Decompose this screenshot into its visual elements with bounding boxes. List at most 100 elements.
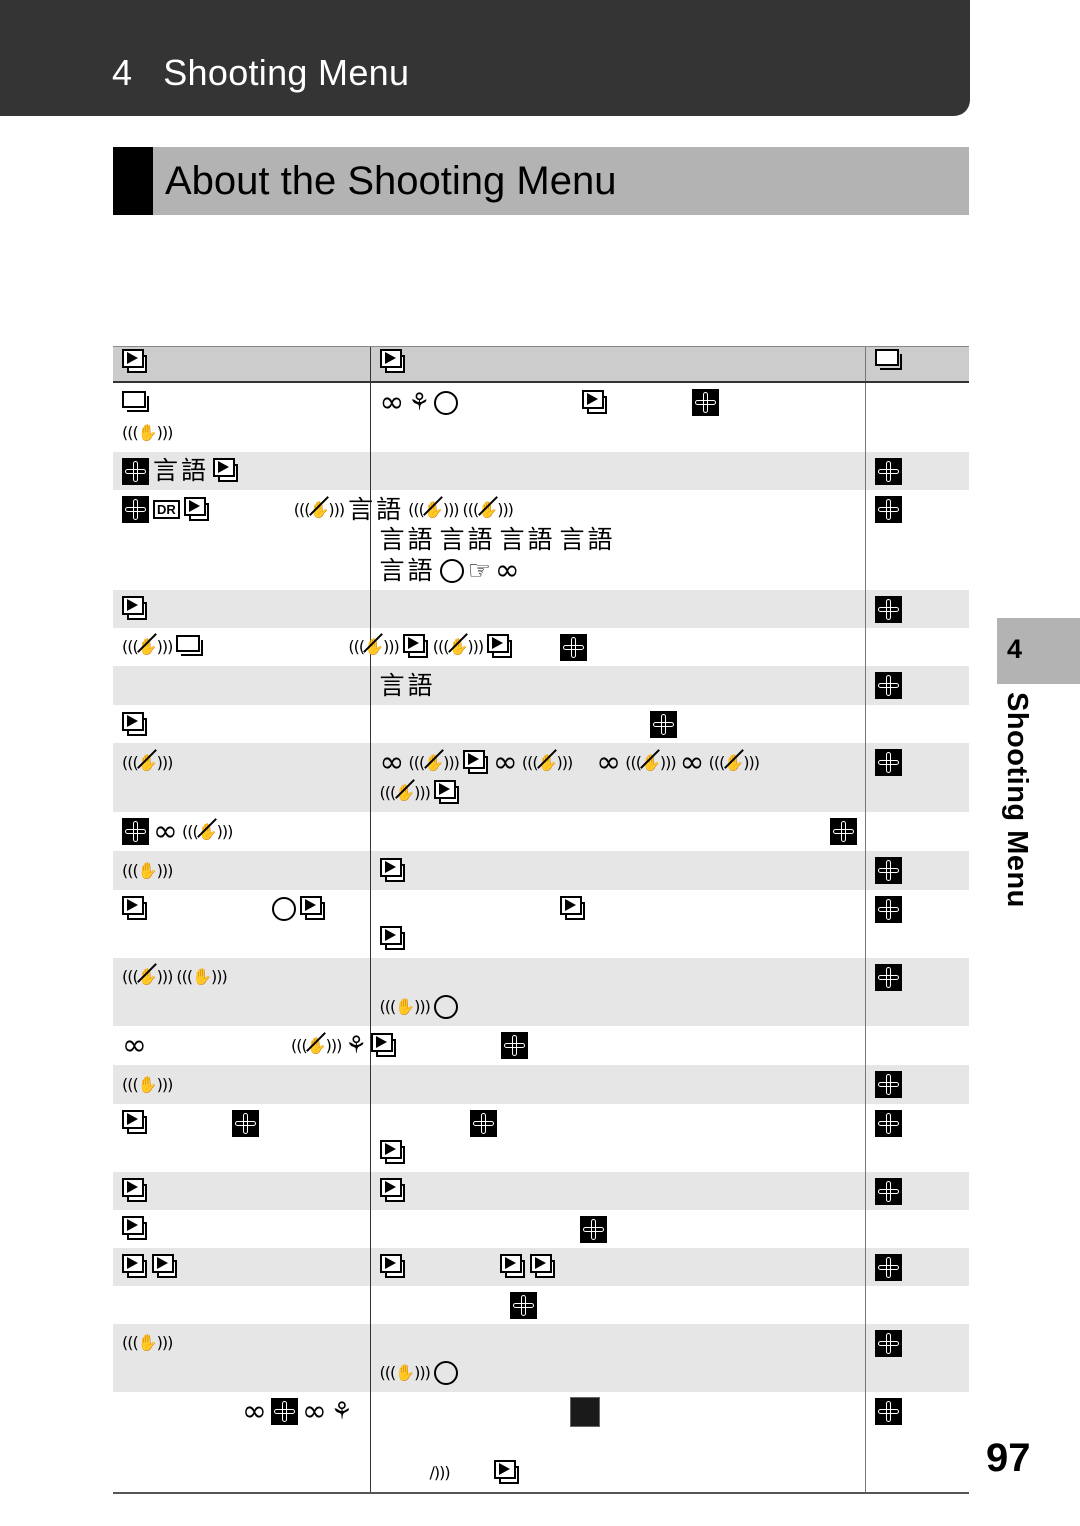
setting-name-cell: (((✋))) bbox=[113, 850, 370, 890]
flower-cross-icon bbox=[874, 1329, 902, 1357]
cell-line bbox=[380, 1290, 865, 1320]
flower-cross-icon bbox=[874, 595, 902, 623]
setting-name-cell bbox=[113, 666, 370, 705]
cell-line bbox=[380, 1214, 865, 1244]
flower-cross-icon bbox=[874, 1398, 902, 1426]
reference-cell bbox=[864, 889, 969, 958]
image-stabilizer-icon: (((✋))) bbox=[122, 860, 173, 880]
table-row bbox=[113, 704, 969, 743]
cell-line: 言語 ☞ ∞ bbox=[380, 555, 865, 586]
table-row: (((✋))) (((✋))) (((✋))) bbox=[113, 957, 969, 1027]
image-stabilizer-off-icon: (((✋))) bbox=[709, 748, 760, 778]
cell-line bbox=[122, 1252, 370, 1282]
cell-line: (((✋))) (((✋))) (((✋))) bbox=[122, 632, 513, 663]
reference-cell bbox=[864, 589, 969, 628]
circle-icon bbox=[439, 558, 464, 583]
playback-stack-icon bbox=[559, 896, 586, 922]
description-cell: ∞ ⚘ bbox=[369, 382, 865, 452]
description-cell bbox=[369, 850, 865, 890]
playback-stack-icon bbox=[300, 896, 326, 922]
playback-stack-icon bbox=[379, 857, 406, 884]
cell-line: (((✋))) bbox=[122, 747, 370, 778]
table-row: ∞ (((✋))) ⚘ bbox=[113, 1026, 969, 1065]
table-row bbox=[113, 1171, 969, 1210]
cell-line bbox=[874, 456, 970, 486]
reference-cell bbox=[864, 1392, 969, 1494]
reference-cell bbox=[864, 666, 969, 705]
cell-line bbox=[122, 1214, 370, 1244]
table-row bbox=[113, 1247, 970, 1286]
cell-line: ∞ ⚘ bbox=[380, 387, 865, 418]
setting-name-cell bbox=[113, 1247, 370, 1286]
cell-line bbox=[874, 1252, 970, 1282]
cell-line bbox=[122, 594, 370, 624]
cell-line bbox=[379, 924, 865, 954]
playback-stack-icon bbox=[379, 1178, 406, 1204]
flower-cross-icon bbox=[122, 818, 149, 846]
playback-stack-icon bbox=[402, 634, 429, 660]
side-tab-number: 4 bbox=[1007, 634, 1023, 664]
reference-cell bbox=[864, 1285, 969, 1324]
playback-stack-icon bbox=[493, 1459, 520, 1486]
table-row: 言語 bbox=[113, 666, 969, 705]
reference-cell bbox=[864, 1209, 969, 1248]
cell-line: 言語 言語 言語 言語 bbox=[380, 524, 865, 555]
setting-name-cell bbox=[113, 1171, 370, 1210]
frame-stack-icon bbox=[874, 349, 903, 373]
setting-name-cell: (((✋))) (((✋))) (((✋))) bbox=[113, 628, 513, 667]
infinity-icon: ∞ bbox=[153, 813, 178, 849]
description-cell bbox=[369, 704, 865, 743]
table-row: (((✋))) bbox=[113, 1064, 970, 1104]
cell-line bbox=[122, 1108, 370, 1138]
image-stabilizer-off-icon: (((✋))) bbox=[122, 748, 173, 778]
playback-stack-icon bbox=[370, 1032, 397, 1059]
table-row bbox=[113, 889, 969, 958]
table-row bbox=[113, 1285, 969, 1324]
chapter-side-tab[interactable]: 4 bbox=[997, 618, 1080, 684]
image-stabilizer-icon: (((✋))) bbox=[122, 1074, 173, 1094]
image-stabilizer-icon: (((✋))) bbox=[379, 1363, 431, 1383]
setting-name-cell: DR (((✋))) 言語 (((✋))) (((✋))) bbox=[113, 490, 514, 589]
reference-cell bbox=[864, 1026, 969, 1065]
cell-line bbox=[379, 1138, 865, 1168]
cell-line: (((✋))) bbox=[380, 992, 865, 1023]
setting-name-cell: (((✋))) bbox=[113, 382, 370, 452]
reference-cell bbox=[864, 850, 969, 890]
table-row: DR (((✋))) 言語 (((✋))) (((✋))) 言語 言語 言語 言語 言語 ☞ ∞ bbox=[113, 490, 969, 590]
cell-line: ∞ ∞ ⚘ bbox=[122, 1396, 370, 1427]
image-stabilizer-off-icon: (((✋))) bbox=[433, 632, 484, 662]
setting-name-cell bbox=[113, 890, 370, 958]
cell-line: 言語 bbox=[380, 670, 865, 701]
table-row: (((✋))) (((✋))) bbox=[113, 1323, 970, 1393]
cell-line bbox=[874, 1069, 970, 1099]
table-row: (((✋))) (((✋))) (((✋))) bbox=[113, 627, 969, 667]
flower-cross-icon bbox=[874, 1109, 902, 1137]
setting-name-cell bbox=[113, 1286, 370, 1324]
setting-name-cell: (((✋))) bbox=[113, 742, 370, 813]
playback-stack-icon bbox=[122, 896, 148, 922]
playback-stack-icon bbox=[379, 349, 406, 375]
cell-line: (((✋))) bbox=[122, 855, 370, 886]
reference-cell bbox=[864, 627, 969, 667]
cell-line bbox=[874, 1328, 970, 1358]
reference-cell bbox=[864, 451, 970, 491]
flower-cross-icon bbox=[874, 457, 902, 485]
pointing-hand-icon: ☞ bbox=[467, 555, 491, 586]
reference-cell bbox=[864, 1103, 969, 1172]
table-row: (((✋))) ∞ (((✋))) ∞ (((✋))) ∞ (((✋))) ∞ (((✋)))(… bbox=[113, 742, 969, 813]
cell-line bbox=[122, 709, 370, 739]
macro-flower-icon: ⚘ bbox=[345, 1031, 367, 1059]
cell-line bbox=[380, 1396, 865, 1427]
infinity-icon: ∞ bbox=[596, 744, 622, 780]
table-row bbox=[113, 1103, 969, 1172]
playback-stack-icon bbox=[122, 711, 148, 738]
reference-cell bbox=[864, 1171, 969, 1210]
section-title: About the Shooting Menu bbox=[165, 159, 617, 203]
setting-name-cell bbox=[113, 705, 370, 743]
reference-cell bbox=[864, 382, 969, 452]
playback-stack-icon bbox=[122, 1216, 148, 1242]
cell-line: (((✋))) bbox=[380, 1358, 865, 1389]
column-header-1 bbox=[113, 346, 370, 383]
playback-stack-icon bbox=[122, 1110, 148, 1136]
description-cell bbox=[369, 1064, 865, 1104]
